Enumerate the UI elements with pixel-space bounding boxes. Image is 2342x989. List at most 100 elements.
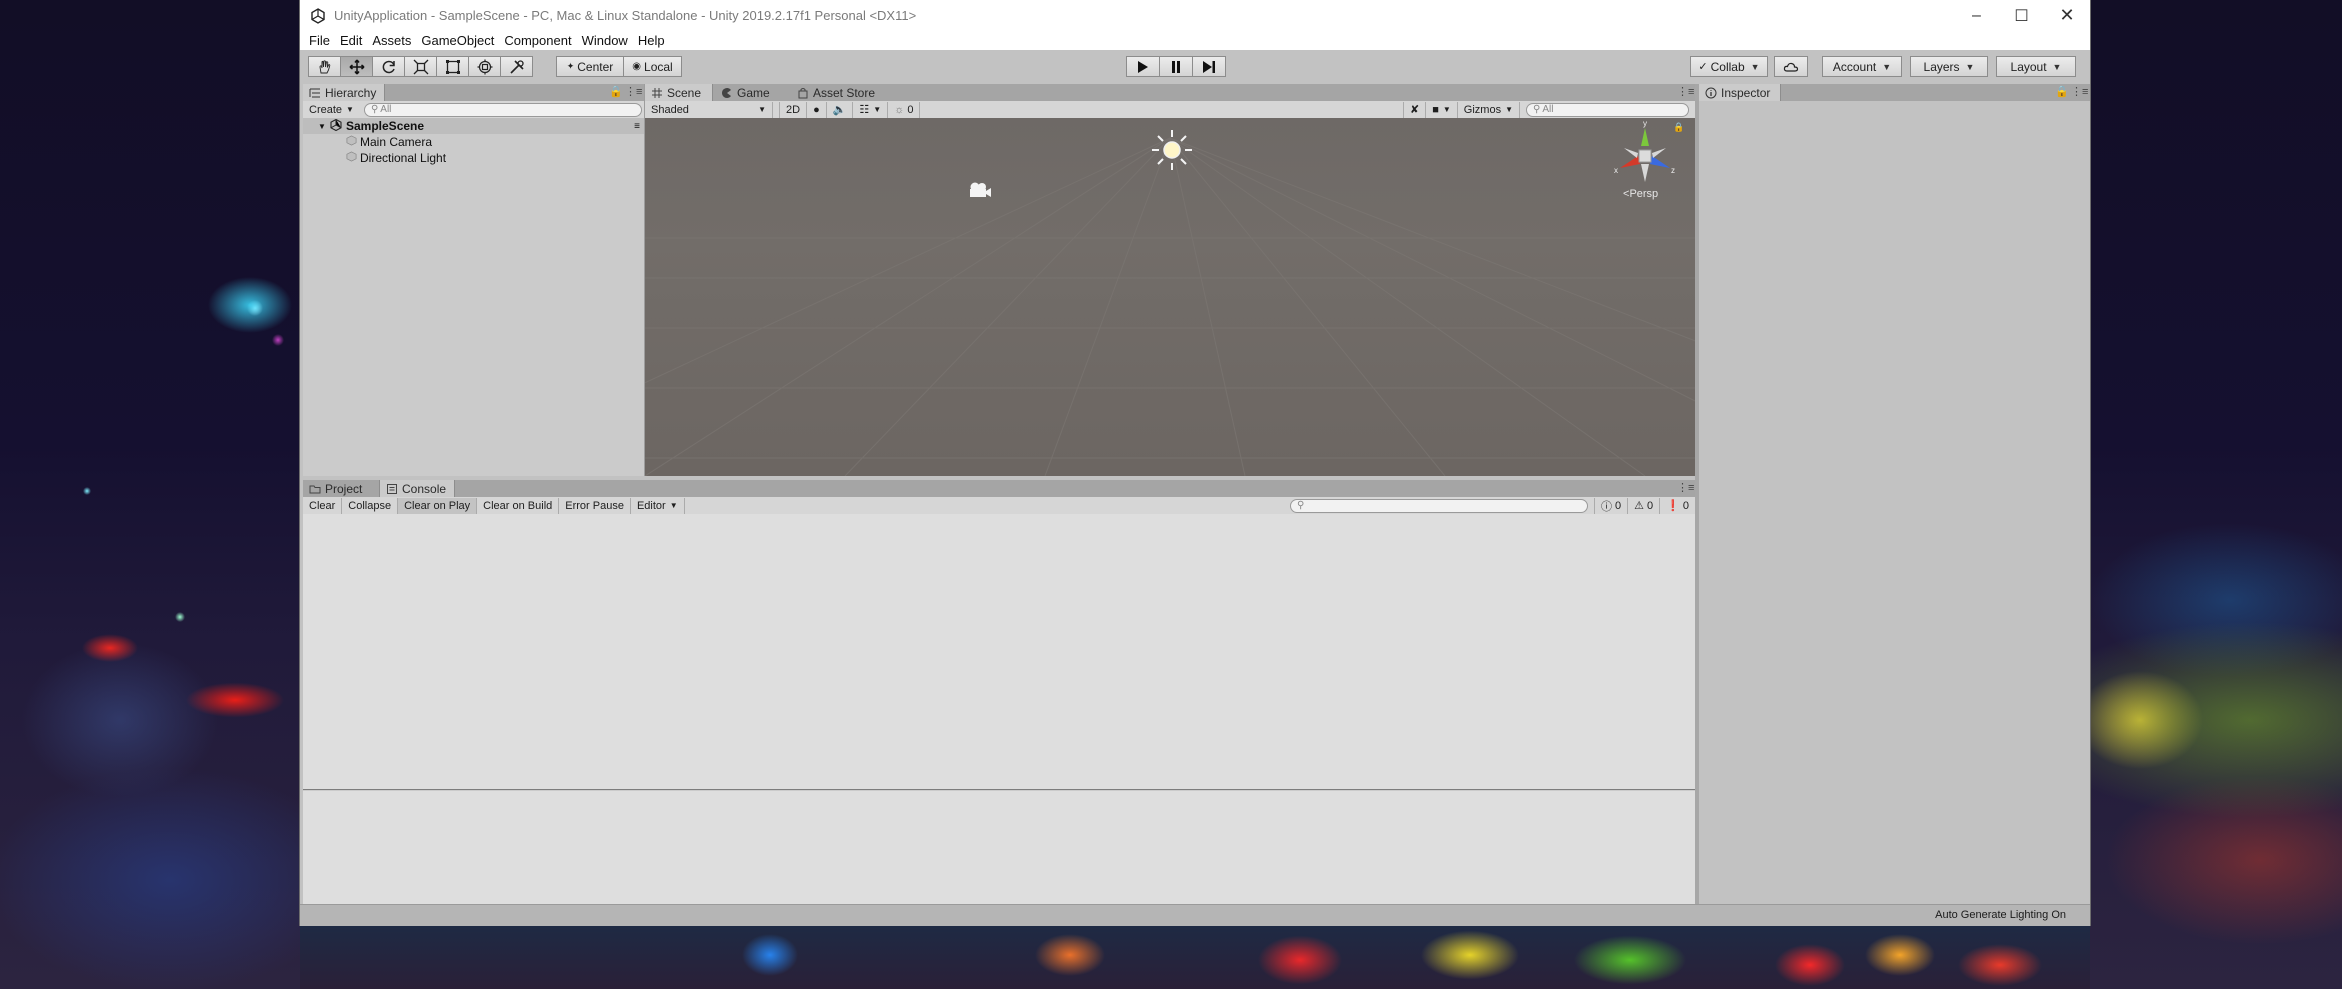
tab-inspector[interactable]: Inspector <box>1699 84 1781 101</box>
close-icon[interactable]: ✕ <box>2044 0 2090 31</box>
lock-icon[interactable]: 🔒 <box>2055 85 2069 98</box>
asset-store-tab-label: Asset Store <box>813 85 876 100</box>
error-pause-toggle[interactable]: Error Pause <box>559 497 631 514</box>
camera-settings-dropdown[interactable]: ■ ▼ <box>1426 101 1458 118</box>
tab-hierarchy[interactable]: Hierarchy <box>303 84 385 101</box>
layout-dropdown[interactable]: Layout ▼ <box>1996 56 2076 77</box>
sun-light-icon[interactable] <box>1150 128 1194 172</box>
menu-window[interactable]: Window <box>577 33 633 48</box>
collab-dropdown[interactable]: ✓ Collab ▼ <box>1690 56 1768 77</box>
scale-tool-icon[interactable] <box>405 56 437 77</box>
console-detail-area[interactable] <box>303 791 1695 904</box>
clear-button[interactable]: Clear <box>303 497 343 514</box>
tab-console[interactable]: Console <box>379 480 455 497</box>
console-log-list[interactable] <box>303 514 1695 790</box>
panel-menu-icon[interactable]: ⋮≡ <box>2071 85 2088 98</box>
scene-name: SampleScene <box>346 119 425 133</box>
clear-on-play-toggle[interactable]: Clear on Play <box>398 497 478 514</box>
axis-z-label: z <box>1671 166 1675 175</box>
tab-asset-store[interactable]: Asset Store <box>791 84 891 101</box>
custom-tool-icon[interactable] <box>501 56 533 77</box>
scene-tools-button[interactable]: ✘ <box>1403 101 1427 118</box>
editor-dropdown[interactable]: Editor ▼ <box>631 497 685 514</box>
console-search-input[interactable]: ⚲ <box>1290 498 1589 513</box>
panel-menu-icon[interactable]: ⋮≡ <box>625 85 642 98</box>
warning-filter-toggle[interactable]: ⚠ 0 <box>1628 497 1661 514</box>
scene-grid-icon <box>651 87 663 99</box>
move-tool-icon[interactable] <box>341 56 373 77</box>
camera-gizmo-icon[interactable] <box>967 181 993 199</box>
chevron-down-icon: ▼ <box>1965 61 1975 72</box>
axis-x-label: x <box>1614 166 1618 175</box>
pivot-center-button[interactable]: ✦ Center <box>556 56 624 77</box>
title-bar: UnityApplication - SampleScene - PC, Mac… <box>300 0 2090 31</box>
audio-toggle[interactable]: 🔈 <box>827 101 854 118</box>
pause-button[interactable] <box>1160 56 1193 77</box>
lock-icon[interactable]: 🔒 <box>609 85 623 98</box>
minimize-icon[interactable]: – <box>1954 0 1999 31</box>
pivot-local-button[interactable]: ◉ Local <box>624 56 682 77</box>
speaker-icon: 🔈 <box>832 104 847 116</box>
layers-dropdown[interactable]: Layers ▼ <box>1910 56 1988 77</box>
status-text[interactable]: Auto Generate Lighting On <box>1935 909 2066 921</box>
lighting-toggle[interactable]: ● <box>807 101 827 118</box>
hierarchy-tabbar: Hierarchy 🔒 ⋮≡ <box>303 84 644 101</box>
item-label: Directional Light <box>360 151 447 165</box>
tab-project[interactable]: Project <box>303 480 373 497</box>
hierarchy-search-input[interactable]: ⚲ All <box>363 102 642 117</box>
clear-label: Clear <box>309 499 336 512</box>
camera-icon: ■ <box>1432 103 1439 116</box>
log-filter-toggle[interactable]: ⓘ 0 <box>1594 497 1629 514</box>
collapse-button[interactable]: Collapse <box>342 497 399 514</box>
tab-game[interactable]: Game <box>715 84 785 101</box>
shading-mode-dropdown[interactable]: Shaded ▼ <box>645 101 773 118</box>
clear-on-build-toggle[interactable]: Clear on Build <box>477 497 560 514</box>
error-filter-toggle[interactable]: ❗ 0 <box>1660 498 1695 514</box>
hierarchy-toolbar: Create ▼ ⚲ All <box>303 101 644 119</box>
scene-tab-label: Scene <box>667 85 702 100</box>
chevron-down-icon: ▼ <box>873 105 882 114</box>
menu-gameobject[interactable]: GameObject <box>416 33 499 48</box>
effects-dropdown[interactable]: ☷ ▼ <box>853 101 889 118</box>
scene-search-input[interactable]: ⚲ All <box>1526 102 1689 117</box>
hand-tool-icon[interactable] <box>308 56 341 77</box>
orientation-gizmo[interactable]: y x z <box>1610 120 1680 190</box>
hidden-count: 0 <box>907 103 914 116</box>
inspector-panel: Inspector 🔒 ⋮≡ <box>1699 84 2090 904</box>
scene-menu-icon[interactable]: ≡ <box>634 121 640 132</box>
menu-help[interactable]: Help <box>633 33 670 48</box>
transform-tool-icon[interactable] <box>469 56 501 77</box>
hidden-objects-toggle[interactable]: ☼ 0 <box>888 101 921 118</box>
rotate-tool-icon[interactable] <box>373 56 405 77</box>
rect-tool-icon[interactable] <box>437 56 469 77</box>
local-space-icon: ◉ <box>632 61 642 72</box>
cloud-services-button[interactable] <box>1774 56 1808 77</box>
create-dropdown[interactable]: Create ▼ <box>303 102 360 118</box>
panel-menu-icon[interactable]: ⋮≡ <box>1677 85 1694 98</box>
step-button[interactable] <box>1193 56 1226 77</box>
hierarchy-scene-row[interactable]: ▼ SampleScene ≡ <box>303 118 644 134</box>
play-button[interactable] <box>1126 56 1160 77</box>
lightbulb-icon: ● <box>813 103 820 116</box>
gizmos-dropdown[interactable]: Gizmos ▼ <box>1458 101 1520 118</box>
hierarchy-tree: ▼ SampleScene ≡ Main Camera Directional … <box>303 118 644 166</box>
menu-file[interactable]: File <box>300 33 335 48</box>
panel-menu-icon[interactable]: ⋮≡ <box>1677 481 1694 494</box>
account-dropdown[interactable]: Account ▼ <box>1822 56 1902 77</box>
pivot-icon: ✦ <box>566 61 575 71</box>
menu-edit[interactable]: Edit <box>335 33 367 48</box>
scene-tabbar: Scene Game Asset Store ⋮≡ <box>645 84 1695 101</box>
scene-viewport[interactable]: y x z 🔒 <Persp <box>645 118 1695 476</box>
menu-component[interactable]: Component <box>499 33 576 48</box>
toggle-2d-button[interactable]: 2D <box>779 101 808 118</box>
expand-arrow-icon[interactable]: ▼ <box>318 122 330 131</box>
collab-check-icon: ✓ <box>1698 61 1708 73</box>
hierarchy-item-directional-light[interactable]: Directional Light <box>303 150 644 166</box>
projection-toggle[interactable]: <Persp <box>1623 188 1658 200</box>
gizmo-lock-icon[interactable]: 🔒 <box>1673 122 1684 133</box>
folder-icon <box>309 483 321 495</box>
maximize-icon[interactable]: ☐ <box>1999 0 2044 31</box>
menu-assets[interactable]: Assets <box>367 33 416 48</box>
tab-scene[interactable]: Scene <box>645 84 713 101</box>
hierarchy-item-main-camera[interactable]: Main Camera <box>303 134 644 150</box>
